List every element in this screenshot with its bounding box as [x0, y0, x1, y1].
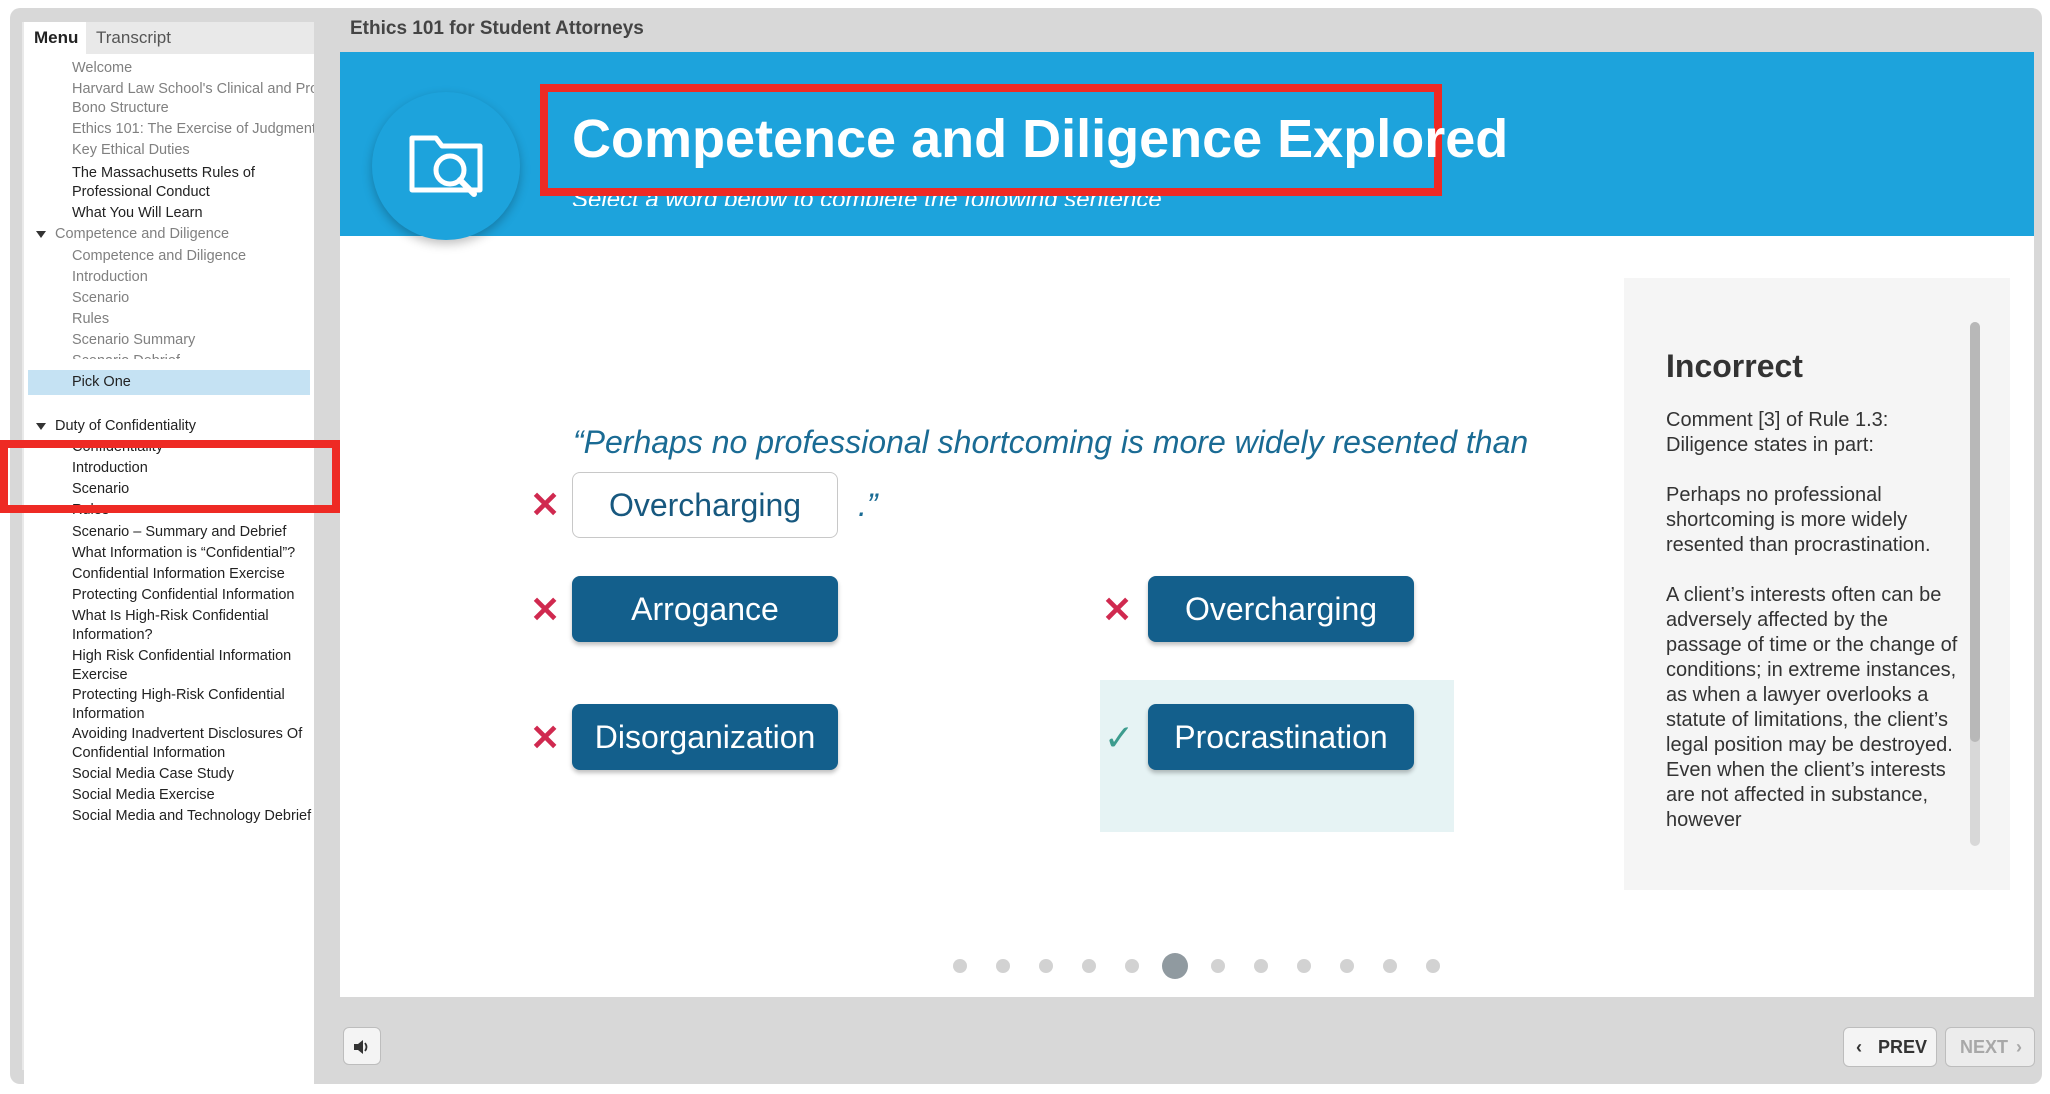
sidebar-item-scenario-debrief[interactable]: Scenario Debrief	[72, 349, 180, 359]
feedback-paragraph: Comment [3] of Rule 1.3: Diligence state…	[1666, 409, 1889, 456]
progress-dot[interactable]	[996, 959, 1010, 973]
slide-title: Competence and Diligence Explored	[572, 109, 1509, 169]
sidebar: Menu Transcript Welcome Harvard Law Scho…	[22, 22, 314, 1094]
progress-dot[interactable]	[1340, 959, 1354, 973]
feedback-panel: Incorrect Comment [3] of Rule 1.3: Dilig…	[1624, 278, 2010, 890]
prev-button[interactable]: ‹ PREV	[1843, 1027, 1937, 1067]
slide-stage: Select a word below to complete the foll…	[340, 52, 2034, 997]
next-button[interactable]: NEXT ›	[1945, 1027, 2035, 1067]
check-mark-icon: ✓	[1104, 717, 1135, 758]
wrong-mark-icon: ✕	[530, 717, 561, 758]
tab-transcript[interactable]: Transcript	[86, 22, 181, 54]
wrong-mark-icon: ✕	[1102, 589, 1133, 630]
wrong-mark-icon: ✕	[530, 484, 561, 525]
progress-dot[interactable]	[1297, 959, 1311, 973]
sidebar-item-pick-one[interactable]: Pick One	[28, 370, 310, 395]
progress-dot[interactable]	[1082, 959, 1096, 973]
section-label: Competence and Diligence	[55, 226, 230, 242]
wrong-mark-icon: ✕	[530, 589, 561, 630]
answer-blank[interactable]: Overcharging	[572, 472, 838, 538]
question-sentence-end: .”	[858, 487, 878, 523]
question-sentence: “Perhaps no professional shortcoming is …	[573, 424, 1529, 460]
caret-down-icon	[36, 423, 46, 430]
section-label: Duty of Confidentiality	[55, 418, 197, 434]
choice-overcharging-button[interactable]: Overcharging	[1148, 576, 1414, 642]
feedback-paragraph: Perhaps no professional shortcoming is m…	[1666, 484, 1931, 556]
progress-dot[interactable]	[1383, 959, 1397, 973]
progress-dot-current[interactable]	[1162, 953, 1188, 979]
progress-dot[interactable]	[953, 959, 967, 973]
sidebar-section-confidentiality[interactable]: Duty of Confidentiality	[28, 414, 314, 439]
caret-down-icon	[36, 231, 46, 238]
slide-progress-dots	[340, 950, 2034, 980]
progress-dot[interactable]	[1426, 959, 1440, 973]
feedback-paragraph: A client’s interests often can be advers…	[1666, 584, 1958, 831]
prev-label: PREV	[1878, 1037, 1928, 1057]
feedback-title: Incorrect	[1666, 348, 1803, 384]
slide-banner: Select a word below to complete the foll…	[340, 52, 2034, 236]
course-title: Ethics 101 for Student Attorneys	[350, 18, 644, 39]
next-label: NEXT	[1960, 1037, 2009, 1057]
chevron-right-icon: ›	[2016, 1037, 2022, 1057]
feedback-body: Comment [3] of Rule 1.3: Diligence state…	[1666, 408, 1966, 846]
choice-procrastination-button[interactable]: Procrastination	[1148, 704, 1414, 770]
feedback-scrollbar-thumb[interactable]	[1970, 322, 1980, 742]
progress-dot[interactable]	[1254, 959, 1268, 973]
audio-button[interactable]	[343, 1027, 381, 1065]
folder-search-icon	[409, 135, 483, 197]
progress-dot[interactable]	[1211, 959, 1225, 973]
sidebar-item-social-media-debrief[interactable]: Social Media and Technology Debrief	[72, 804, 311, 829]
tab-menu[interactable]: Menu	[24, 22, 86, 54]
progress-dot[interactable]	[1039, 959, 1053, 973]
sidebar-menu: Welcome Harvard Law School's Clinical an…	[24, 54, 314, 1094]
sidebar-tabs: Menu Transcript	[22, 22, 314, 54]
choice-disorganization-button[interactable]: Disorganization	[572, 704, 838, 770]
sidebar-item-key-ethical-duties[interactable]: Key Ethical Duties	[72, 138, 190, 163]
chevron-left-icon: ‹	[1856, 1037, 1862, 1057]
progress-dot[interactable]	[1125, 959, 1139, 973]
slide-badge	[372, 92, 520, 240]
highlight-box-menu	[0, 440, 340, 513]
choice-arrogance-button[interactable]: Arrogance	[572, 576, 838, 642]
speaker-icon	[354, 1040, 368, 1054]
